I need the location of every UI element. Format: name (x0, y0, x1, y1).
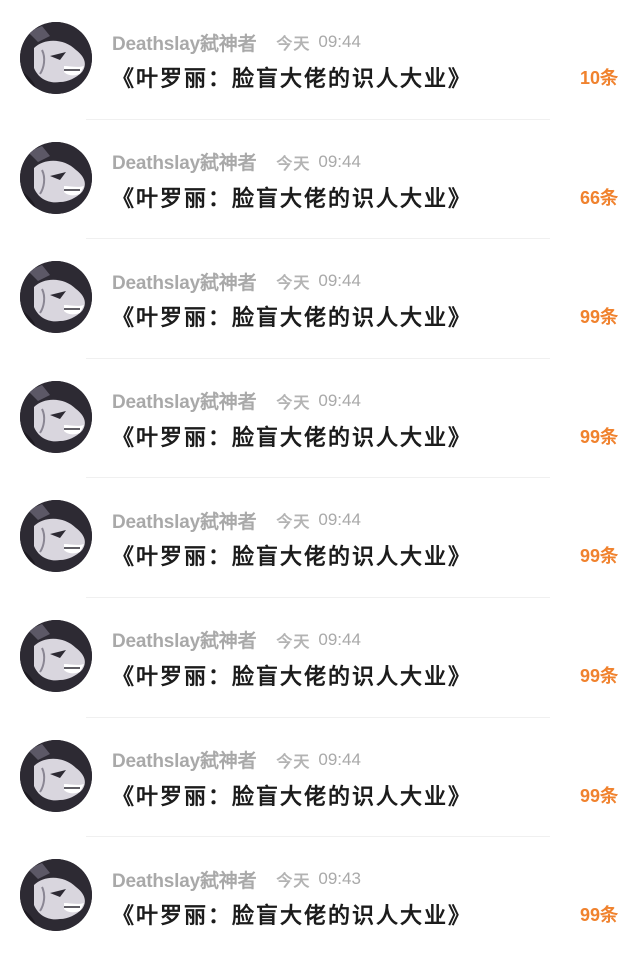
message-count-badge: 99条 (579, 905, 618, 926)
message-day: 今天 (276, 631, 311, 651)
message-count-badge: 66条 (579, 187, 618, 208)
message-meta: Deathslay弑神者 今天 09:43 (112, 865, 361, 893)
message-title: 《叶罗丽：脸盲大佬的识人大业》 (112, 783, 473, 810)
message-meta: Deathslay弑神者 今天 09:44 (112, 387, 361, 415)
avatar[interactable] (20, 739, 92, 812)
wolf-avatar-icon (20, 619, 92, 692)
message-title: 《叶罗丽：脸盲大佬的识人大业》 (112, 544, 473, 571)
message-title: 《叶罗丽：脸盲大佬的识人大业》 (112, 663, 473, 690)
avatar[interactable] (20, 22, 92, 94)
list-item[interactable]: Deathslay弑神者 今天 09:44 《叶罗丽：脸盲大佬的识人大业》 99… (0, 598, 640, 718)
message-count-badge: 99条 (579, 426, 618, 447)
wolf-avatar-icon (20, 22, 92, 94)
list-item[interactable]: Deathslay弑神者 今天 09:44 《叶罗丽：脸盲大佬的识人大业》 10… (0, 0, 640, 120)
message-count-badge: 99条 (579, 785, 618, 806)
message-list: Deathslay弑神者 今天 09:44 《叶罗丽：脸盲大佬的识人大业》 10… (0, 0, 640, 957)
username: Deathslay弑神者 (112, 153, 257, 175)
username: Deathslay弑神者 (112, 33, 257, 55)
username: Deathslay弑神者 (112, 392, 257, 414)
message-meta: Deathslay弑神者 今天 09:44 (112, 28, 361, 56)
message-meta: Deathslay弑神者 今天 09:44 (112, 506, 361, 534)
message-time: 09:44 (318, 151, 361, 171)
message-title: 《叶罗丽：脸盲大佬的识人大业》 (112, 305, 473, 332)
message-title: 《叶罗丽：脸盲大佬的识人大业》 (112, 424, 473, 451)
message-day: 今天 (276, 512, 311, 532)
avatar[interactable] (20, 380, 92, 453)
username: Deathslay弑神者 (112, 631, 257, 653)
list-item[interactable]: Deathslay弑神者 今天 09:44 《叶罗丽：脸盲大佬的识人大业》 66… (0, 120, 640, 240)
message-count-badge: 99条 (579, 665, 618, 686)
message-count-badge: 99条 (579, 546, 618, 567)
message-day: 今天 (276, 34, 311, 53)
message-day: 今天 (276, 153, 311, 173)
username: Deathslay弑神者 (112, 751, 257, 773)
message-time: 09:44 (318, 749, 361, 769)
message-meta: Deathslay弑神者 今天 09:44 (112, 626, 361, 654)
message-time: 09:44 (318, 629, 361, 649)
list-item[interactable]: Deathslay弑神者 今天 09:44 《叶罗丽：脸盲大佬的识人大业》 99… (0, 239, 640, 359)
list-item[interactable]: Deathslay弑神者 今天 09:43 《叶罗丽：脸盲大佬的识人大业》 99… (0, 837, 640, 957)
message-day: 今天 (276, 392, 311, 412)
message-meta: Deathslay弑神者 今天 09:44 (112, 746, 361, 774)
wolf-avatar-icon (20, 500, 92, 573)
message-time: 09:44 (318, 510, 361, 530)
wolf-avatar-icon (20, 859, 92, 932)
message-time: 09:44 (318, 271, 361, 291)
message-title: 《叶罗丽：脸盲大佬的识人大业》 (112, 185, 473, 212)
message-time: 09:44 (318, 32, 361, 51)
avatar[interactable] (20, 141, 92, 214)
message-time: 09:43 (318, 869, 361, 889)
username: Deathslay弑神者 (112, 870, 257, 892)
message-day: 今天 (276, 871, 311, 891)
list-item[interactable]: Deathslay弑神者 今天 09:44 《叶罗丽：脸盲大佬的识人大业》 99… (0, 478, 640, 598)
wolf-avatar-icon (20, 739, 92, 812)
message-title: 《叶罗丽：脸盲大佬的识人大业》 (112, 66, 473, 92)
username: Deathslay弑神者 (112, 511, 257, 533)
wolf-avatar-icon (20, 141, 92, 214)
list-item[interactable]: Deathslay弑神者 今天 09:44 《叶罗丽：脸盲大佬的识人大业》 99… (0, 718, 640, 838)
avatar[interactable] (20, 261, 92, 334)
avatar[interactable] (20, 500, 92, 573)
wolf-avatar-icon (20, 261, 92, 334)
message-count-badge: 10条 (579, 68, 618, 88)
message-meta: Deathslay弑神者 今天 09:44 (112, 148, 361, 176)
username: Deathslay弑神者 (112, 272, 257, 294)
message-day: 今天 (276, 273, 311, 293)
message-count-badge: 99条 (579, 307, 618, 328)
list-item[interactable]: Deathslay弑神者 今天 09:44 《叶罗丽：脸盲大佬的识人大业》 99… (0, 359, 640, 479)
avatar[interactable] (20, 619, 92, 692)
avatar[interactable] (20, 859, 92, 932)
message-time: 09:44 (318, 390, 361, 410)
wolf-avatar-icon (20, 380, 92, 453)
message-title: 《叶罗丽：脸盲大佬的识人大业》 (112, 903, 473, 930)
message-meta: Deathslay弑神者 今天 09:44 (112, 267, 361, 295)
message-day: 今天 (276, 751, 311, 771)
